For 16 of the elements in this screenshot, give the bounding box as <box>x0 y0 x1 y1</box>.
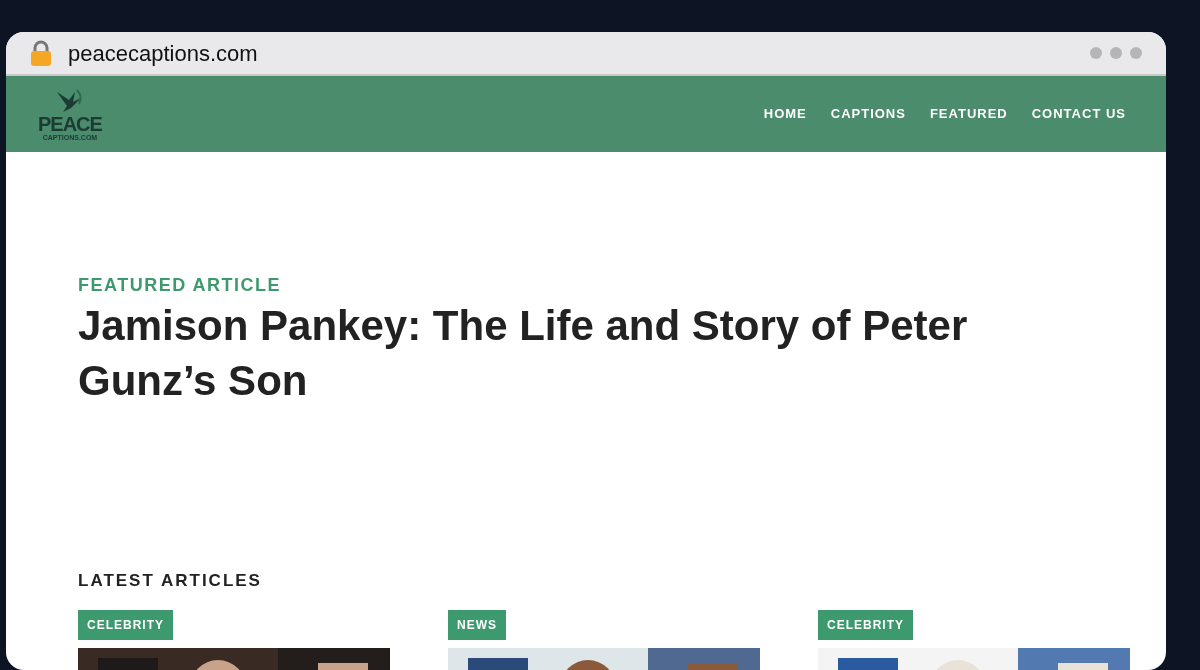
category-tag[interactable]: CELEBRITY <box>78 609 173 640</box>
section-label: FEATURED ARTICLE <box>78 274 282 297</box>
lock-icon <box>30 40 52 66</box>
category-tag[interactable]: CELEBRITY <box>818 609 913 640</box>
article-title[interactable]: Jamison Pankey: The Life and Story of Peter Gunz’s Son <box>78 299 1058 409</box>
nav-link[interactable]: CAPTIONS <box>830 104 906 124</box>
window-dot[interactable] <box>1130 47 1142 59</box>
window-dot[interactable] <box>1110 47 1122 59</box>
nav-link[interactable]: HOME <box>763 104 807 124</box>
nav-link[interactable]: CONTACT US <box>1031 104 1126 124</box>
nav-link[interactable]: FEATURED <box>929 104 1008 124</box>
category-tag[interactable]: NEWS <box>448 609 506 640</box>
logo-text: PEACE <box>38 113 102 134</box>
address-bar-url[interactable]: peacecaptions.com <box>68 36 258 70</box>
section-heading: LATEST ARTICLES <box>78 570 263 593</box>
window-dot[interactable] <box>1090 47 1102 59</box>
